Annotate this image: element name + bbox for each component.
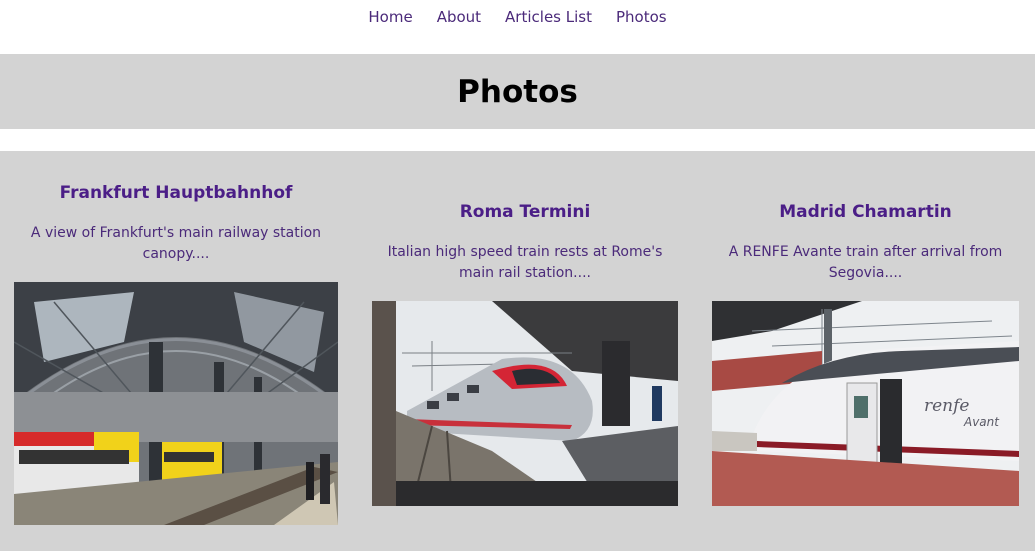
photo-card-title[interactable]: Frankfurt Hauptbahnhof [14, 183, 338, 203]
nav-home-link[interactable]: Home [368, 8, 412, 26]
photo-card-title[interactable]: Madrid Chamartin [712, 202, 1019, 222]
nav-about-link[interactable]: About [437, 8, 481, 26]
photo-card-title[interactable]: Roma Termini [372, 202, 678, 222]
photo-card-madrid: Madrid Chamartin A RENFE Avante train af… [712, 202, 1019, 284]
page-title: Photos [457, 73, 578, 110]
madrid-chamartin-photo[interactable]: renfe Avant [712, 301, 1019, 506]
top-nav: Home About Articles List Photos [0, 0, 1035, 54]
frankfurt-station-photo[interactable] [14, 282, 338, 525]
photo-card-description: Italian high speed train rests at Rome's… [387, 244, 663, 281]
avant-label: Avant [963, 415, 1000, 429]
roma-termini-photo[interactable] [372, 301, 678, 506]
photo-card-description: A view of Frankfurt's main railway stati… [30, 225, 322, 262]
nav-articles-list-link[interactable]: Articles List [505, 8, 592, 26]
photo-card-frankfurt: Frankfurt Hauptbahnhof A view of Frankfu… [14, 183, 338, 265]
nav-photos-link[interactable]: Photos [616, 8, 667, 26]
photo-card-roma: Roma Termini Italian high speed train re… [372, 202, 678, 284]
renfe-logo: renfe [924, 396, 970, 416]
photo-gallery: Frankfurt Hauptbahnhof A view of Frankfu… [0, 151, 1035, 551]
page-header: Photos [0, 54, 1035, 129]
photo-card-description: A RENFE Avante train after arrival from … [728, 244, 1003, 281]
